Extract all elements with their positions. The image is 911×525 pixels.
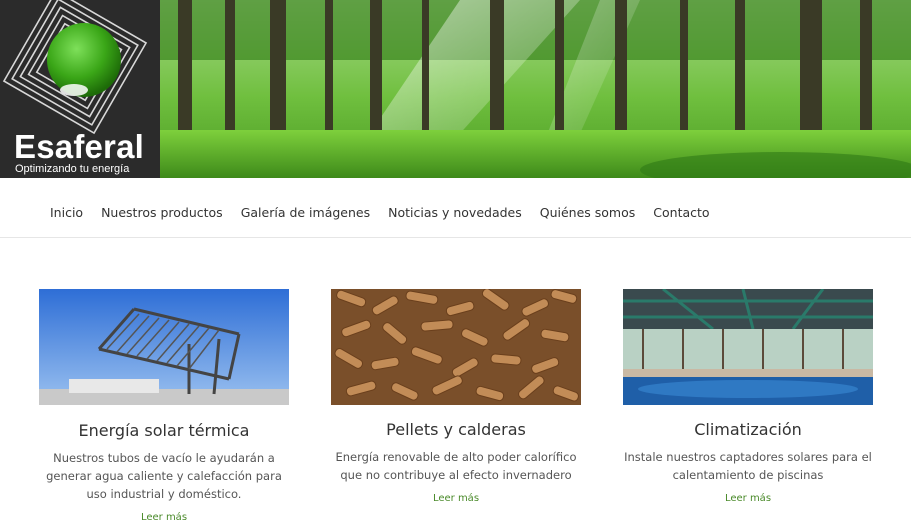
solar-collector-image[interactable]: [39, 289, 289, 405]
nav-item-productos[interactable]: Nuestros productos: [101, 205, 223, 220]
card-title: Pellets y calderas: [386, 420, 526, 439]
main-navigation: Inicio Nuestros productos Galería de imá…: [0, 178, 911, 238]
pellets-image[interactable]: [331, 289, 581, 405]
nav-item-inicio[interactable]: Inicio: [50, 205, 83, 220]
card-title: Energía solar térmica: [78, 421, 250, 440]
card-title: Climatización: [694, 420, 802, 439]
read-more-link[interactable]: Leer más: [623, 493, 873, 504]
forest-banner-image: [160, 0, 911, 178]
site-header: Esaferal Optimizando tu energía: [0, 0, 911, 178]
nav-item-quienes[interactable]: Quiénes somos: [540, 205, 636, 220]
card-description: Energía renovable de alto poder calorífi…: [335, 450, 577, 482]
brand-tagline: Optimizando tu energía: [15, 163, 130, 175]
nav-item-galeria[interactable]: Galería de imágenes: [241, 205, 370, 220]
card-climatizacion: Climatización Instale nuestros captadore…: [623, 289, 873, 504]
nav-item-noticias[interactable]: Noticias y novedades: [388, 205, 522, 220]
nav-item-contacto[interactable]: Contacto: [653, 205, 709, 220]
card-solar-thermal: Energía solar térmica Nuestros tubos de …: [39, 289, 289, 523]
read-more-link[interactable]: Leer más: [39, 512, 289, 523]
site-logo[interactable]: Esaferal Optimizando tu energía: [0, 0, 160, 178]
card-description: Nuestros tubos de vacío le ayudarán a ge…: [46, 451, 282, 501]
card-pellets: Pellets y calderas Energía renovable de …: [331, 289, 581, 504]
indoor-pool-image[interactable]: [623, 289, 873, 405]
card-description: Instale nuestros captadores solares para…: [624, 450, 872, 482]
read-more-link[interactable]: Leer más: [331, 493, 581, 504]
brand-name: Esaferal: [14, 128, 145, 165]
